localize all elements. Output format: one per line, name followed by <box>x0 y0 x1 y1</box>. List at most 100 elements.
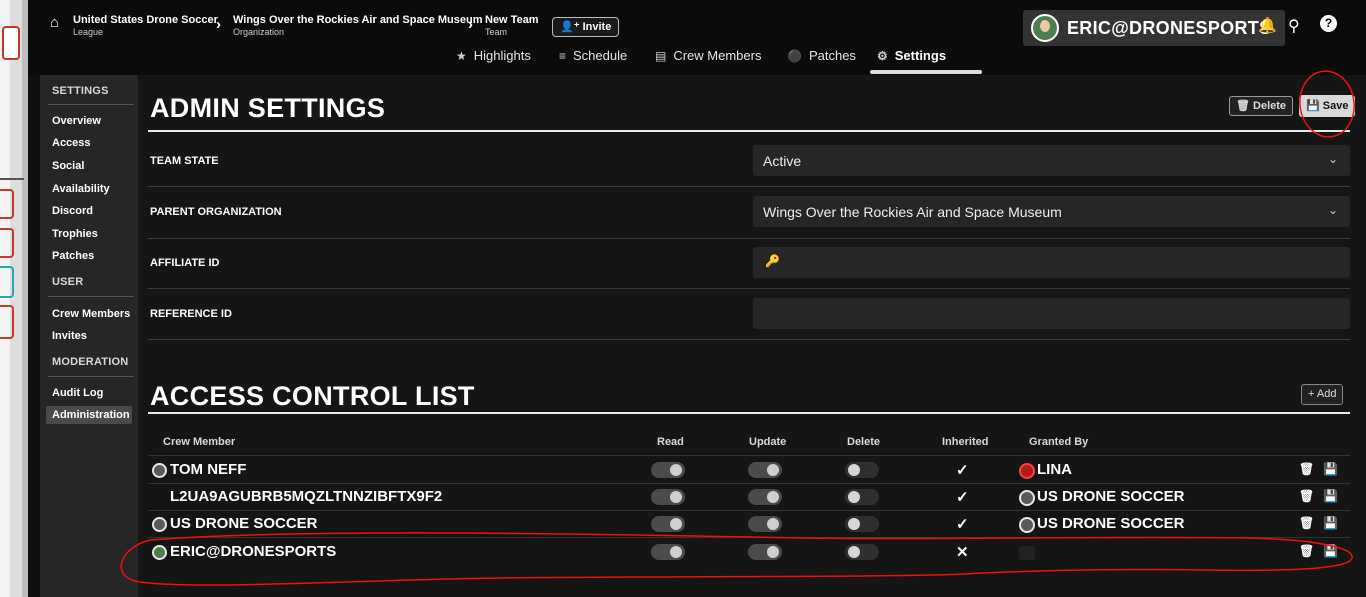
granted-by-name[interactable]: US DRONE SOCCER <box>1037 488 1185 505</box>
sidebar-item-audit-log[interactable]: Audit Log <box>52 387 103 399</box>
avatar <box>152 463 167 478</box>
trash-icon[interactable]: 🗑 <box>1299 544 1314 558</box>
breadcrumb-subtitle: League <box>73 27 104 37</box>
external-red-widget[interactable] <box>2 26 20 60</box>
search-icon[interactable]: ⚲ <box>1288 16 1300 36</box>
external-red-box[interactable] <box>0 305 14 339</box>
home-icon[interactable]: ⌂ <box>50 14 64 31</box>
row-divider <box>148 186 1350 187</box>
delete-toggle[interactable] <box>845 544 879 560</box>
breadcrumb-subtitle: Organization <box>233 27 285 37</box>
parent-organization-value: Wings Over the Rockies Air and Space Mus… <box>763 204 1062 220</box>
read-toggle[interactable] <box>651 462 685 478</box>
granted-by-name[interactable]: LINA <box>1037 461 1072 478</box>
column-header-delete: Delete <box>847 436 881 448</box>
trash-icon[interactable]: 🗑 <box>1299 462 1314 476</box>
tab-label: Schedule <box>573 48 628 63</box>
tab-patches[interactable]: ⚫ Patches <box>787 48 856 63</box>
delete-toggle[interactable] <box>845 516 879 532</box>
row-divider <box>148 288 1350 289</box>
breadcrumb-title[interactable]: Wings Over the Rockies Air and Space Mus… <box>233 14 483 26</box>
tab-settings[interactable]: ⚙ Settings <box>877 48 946 63</box>
team-state-select[interactable]: Active ⌄ <box>753 145 1350 176</box>
external-red-box[interactable] <box>0 189 14 219</box>
section-divider <box>148 130 1350 132</box>
crew-member-name[interactable]: L2UA9AGUBRB5MQZLTNNZIBFTX9F2 <box>170 488 442 505</box>
chevron-down-icon: ⌄ <box>1327 203 1338 217</box>
read-toggle[interactable] <box>651 489 685 505</box>
sidebar-item-trophies[interactable]: Trophies <box>52 228 98 240</box>
invite-label: Invite <box>582 21 612 33</box>
crew-member-name[interactable]: US DRONE SOCCER <box>170 515 318 532</box>
floppy-disk-icon[interactable]: 💾 <box>1323 462 1338 476</box>
sidebar-item-access[interactable]: Access <box>52 137 91 149</box>
active-tab-indicator <box>870 70 982 74</box>
shield-icon: ⚫ <box>787 49 802 63</box>
sidebar-item-discord[interactable]: Discord <box>52 205 93 217</box>
trash-icon[interactable]: 🗑 <box>1299 516 1314 530</box>
list-icon: ≡ <box>559 49 567 63</box>
floppy-disk-icon: 💾 <box>1306 100 1320 112</box>
reference-id-field[interactable] <box>753 298 1350 329</box>
column-header-update: Update <box>749 436 787 448</box>
add-acl-button[interactable]: + Add <box>1301 384 1344 405</box>
star-icon: ★ <box>456 49 467 63</box>
settings-sidebar: SETTINGS Overview Access Social Availabi… <box>40 75 138 597</box>
id-card-icon: ▤ <box>655 49 667 63</box>
row-divider <box>148 339 1350 340</box>
parent-organization-label: PARENT ORGANIZATION <box>150 206 282 218</box>
sidebar-item-crew-members[interactable]: Crew Members <box>52 308 130 320</box>
read-toggle[interactable] <box>651 544 685 560</box>
external-teal-box[interactable] <box>0 266 14 298</box>
affiliate-id-field[interactable]: 🔑 <box>753 247 1350 278</box>
crew-member-name[interactable]: TOM NEFF <box>170 461 246 478</box>
section-divider <box>148 412 1350 414</box>
delete-button[interactable]: 🗑 Delete <box>1229 96 1294 116</box>
parent-organization-select[interactable]: Wings Over the Rockies Air and Space Mus… <box>753 196 1350 227</box>
breadcrumb-league[interactable]: United States Drone Soccer League <box>73 14 218 38</box>
granted-by-name[interactable]: US DRONE SOCCER <box>1037 515 1185 532</box>
crew-member-name[interactable]: ERIC@DRONESPORTS <box>170 543 336 560</box>
trash-icon[interactable]: 🗑 <box>1299 489 1314 503</box>
inherited-indicator: ✓ <box>956 489 969 506</box>
update-toggle[interactable] <box>748 544 782 560</box>
avatar <box>1019 490 1035 506</box>
sidebar-item-invites[interactable]: Invites <box>52 330 87 342</box>
external-scrollbar[interactable] <box>22 0 28 597</box>
floppy-disk-icon[interactable]: 💾 <box>1323 489 1338 503</box>
external-red-box[interactable] <box>0 228 14 258</box>
add-user-icon: 👤⁺ <box>560 21 580 33</box>
sidebar-heading-user: USER <box>52 276 84 288</box>
delete-toggle[interactable] <box>845 462 879 478</box>
table-row: L2UA9AGUBRB5MQZLTNNZIBFTX9F2 ✓ US DRONE … <box>148 483 1350 510</box>
save-button[interactable]: 💾 Save <box>1299 95 1356 117</box>
update-toggle[interactable] <box>748 462 782 478</box>
sidebar-item-overview[interactable]: Overview <box>52 115 101 127</box>
floppy-disk-icon[interactable]: 💾 <box>1323 516 1338 530</box>
read-toggle[interactable] <box>651 516 685 532</box>
tab-crew-members[interactable]: ▤ Crew Members <box>655 48 761 63</box>
floppy-disk-icon[interactable]: 💾 <box>1323 544 1338 558</box>
tab-highlights[interactable]: ★ Highlights <box>456 48 531 63</box>
breadcrumb-title[interactable]: New Team <box>485 14 539 26</box>
sidebar-item-availability[interactable]: Availability <box>52 183 110 195</box>
breadcrumb-team[interactable]: New Team Team <box>485 14 539 38</box>
sidebar-item-administration[interactable]: Administration <box>46 406 132 424</box>
update-toggle[interactable] <box>748 516 782 532</box>
bell-icon[interactable]: 🔔 <box>1258 16 1277 34</box>
page-title: ADMIN SETTINGS <box>150 93 386 123</box>
user-menu[interactable]: ERIC@DRONESPORTS <box>1023 10 1285 46</box>
inherited-indicator: ✓ <box>956 516 969 533</box>
delete-toggle[interactable] <box>845 489 879 505</box>
row-divider <box>148 238 1350 239</box>
update-toggle[interactable] <box>748 489 782 505</box>
tab-label: Highlights <box>473 48 531 63</box>
breadcrumb-organization[interactable]: Wings Over the Rockies Air and Space Mus… <box>233 14 483 38</box>
tab-schedule[interactable]: ≡ Schedule <box>559 48 627 63</box>
breadcrumb-title[interactable]: United States Drone Soccer <box>73 14 218 26</box>
sidebar-item-patches[interactable]: Patches <box>52 250 94 262</box>
invite-button[interactable]: 👤⁺ Invite <box>552 17 620 37</box>
help-icon[interactable]: ? <box>1320 15 1337 32</box>
sidebar-item-social[interactable]: Social <box>52 160 84 172</box>
key-icon: 🔑 <box>765 254 780 268</box>
